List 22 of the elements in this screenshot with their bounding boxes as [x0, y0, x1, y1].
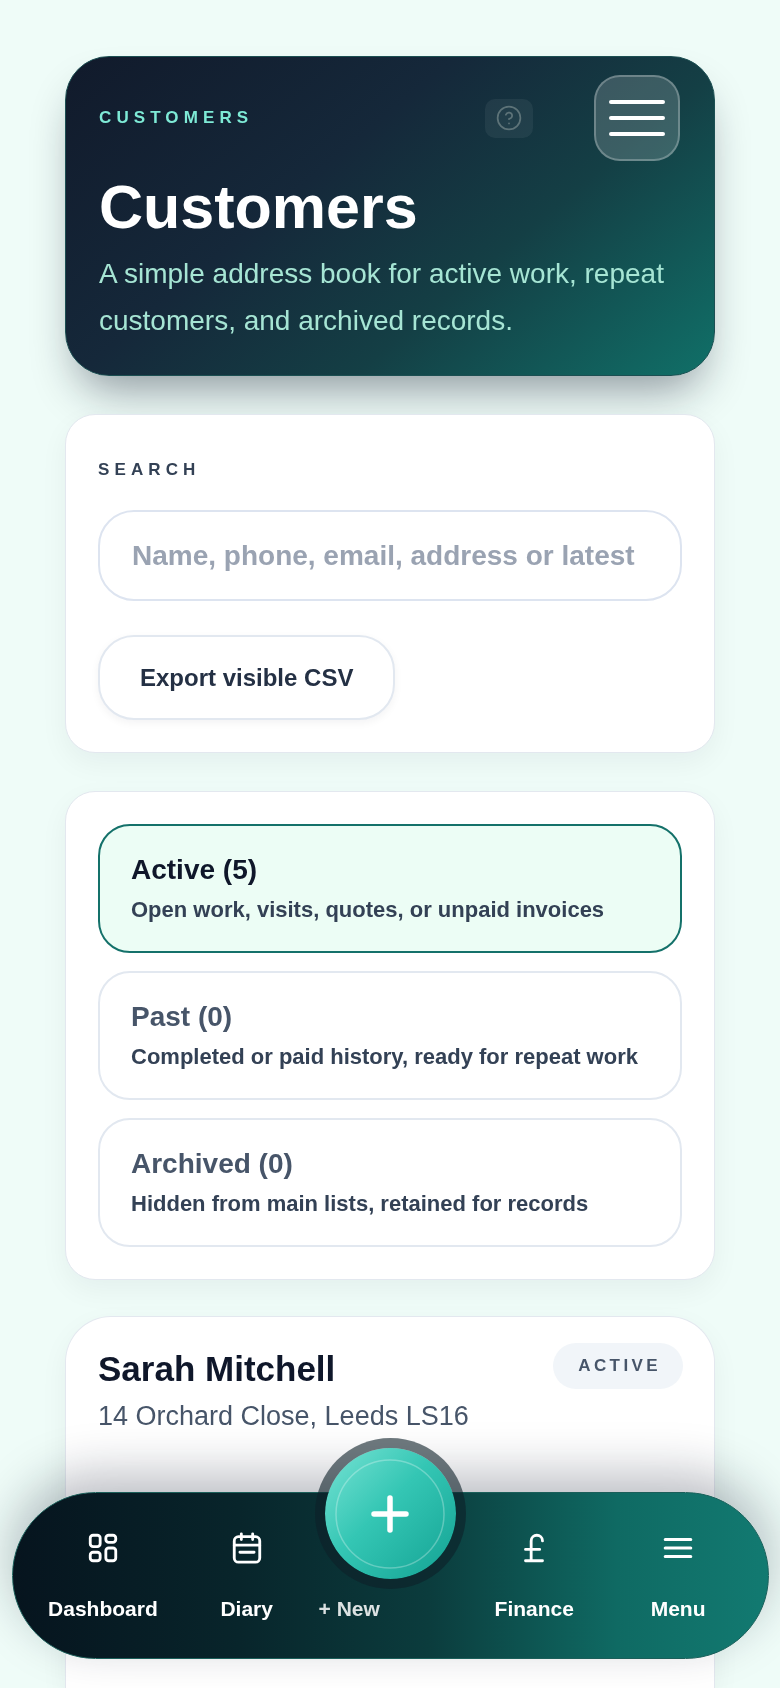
export-button[interactable]: Export visible CSV [98, 635, 396, 720]
help-button[interactable] [485, 98, 533, 138]
help-icon [496, 105, 522, 131]
search-label: SEARCH [98, 460, 202, 480]
nav-item[interactable]: Finance [494, 1531, 574, 1622]
menu-button[interactable] [594, 75, 680, 161]
nav-item[interactable]: Diary [220, 1531, 273, 1622]
status-badge: ACTIVE [553, 1343, 683, 1389]
section-label: CUSTOMERS [99, 108, 255, 128]
nav-item[interactable]: + New [318, 1596, 380, 1622]
filter-option[interactable]: Archived (0) Hidden from main lists, retained for records [98, 1118, 682, 1247]
page-subtitle: A simple address book for active work, repeat customers, and archived records. [99, 257, 665, 338]
menu-icon [609, 100, 665, 136]
customer-name: Sarah Mitchell [98, 1348, 336, 1390]
filter-option[interactable]: Active (5) Open work, visits, quotes, or unpaid invoices [98, 824, 682, 953]
customer-address: 14 Orchard Close, Leeds LS16 [98, 1400, 470, 1433]
nav-item[interactable]: Menu [650, 1531, 706, 1622]
nav-item[interactable]: Dashboard [48, 1531, 158, 1622]
page-title: Customers [99, 173, 419, 241]
plus-icon [335, 1458, 445, 1569]
search-field[interactable]: Name, phone, email, address or latest [98, 510, 682, 601]
filter-option[interactable]: Past (0) Completed or paid history, ready for repeat work [98, 971, 682, 1100]
